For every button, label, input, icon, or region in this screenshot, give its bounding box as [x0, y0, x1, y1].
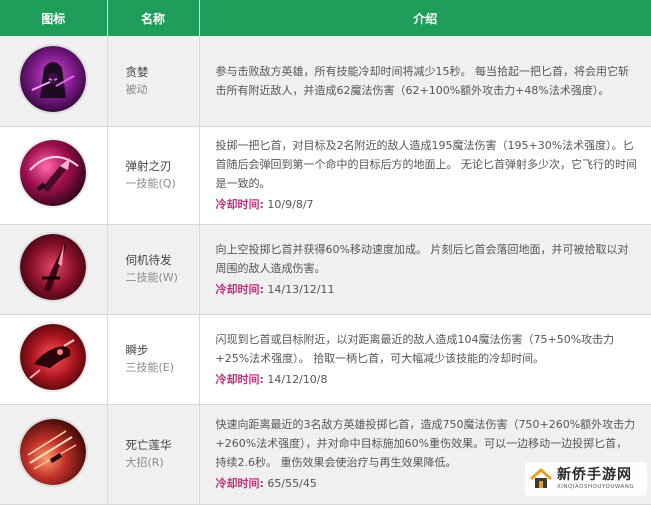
death-lotus-icon: [20, 419, 87, 485]
header-icon: 图标: [0, 0, 108, 36]
cooldown-line: 冷却时间: 14/13/12/11: [216, 280, 638, 299]
table-row: 弹射之刃 一技能(Q) 投掷一把匕首，对目标及2名附近的敌人造成195魔法伤害（…: [0, 126, 651, 225]
cooldown-value: 65/55/45: [267, 477, 317, 490]
skill-type: 一技能(Q): [125, 177, 176, 190]
skills-table: 图标 名称 介绍 贪婪 被动 参与击败敌方英雄，所有技能冷却时间将减少15秒。 …: [0, 0, 651, 505]
cooldown-label: 冷却时间:: [215, 477, 264, 490]
skill-name: 伺机待发: [125, 253, 172, 267]
skill-description: 闪现到匕首或目标附近，以对距离最近的敌人造成104魔法伤害（75+50%攻击力+…: [215, 332, 615, 365]
skill-name: 瞬步: [125, 343, 149, 357]
cooldown-value: 10/9/8/7: [267, 198, 314, 211]
site-watermark: 新侨手游网 XINQIAOSHOUYOUWANG: [525, 462, 647, 496]
skill-name: 死亡莲华: [125, 438, 172, 452]
dagger-throw-icon: [20, 234, 87, 300]
house-logo-icon: [529, 467, 553, 488]
cooldown-value: 14/12/10/8: [267, 372, 328, 386]
skill-description: 向上空投掷匕首并获得60%移动速度加成。 片刻后匕首会落回地面，并可被拾取以对周…: [215, 242, 629, 275]
header-name: 名称: [107, 0, 200, 36]
skill-type: 三技能(E): [125, 361, 175, 374]
skill-description: 参与击败敌方英雄，所有技能冷却时间将减少15秒。 每当拾起一把匕首，将会用它斩击…: [215, 64, 630, 97]
skill-name: 贪婪: [125, 64, 149, 79]
table-row: 瞬步 三技能(E) 闪现到匕首或目标附近，以对距离最近的敌人造成104魔法伤害（…: [0, 314, 651, 405]
cooldown-line: 冷却时间: 10/9/8/7: [216, 195, 638, 214]
cooldown-value: 14/13/12/11: [267, 282, 335, 296]
cooldown-label: 冷却时间:: [215, 372, 264, 386]
skill-type: 被动: [125, 82, 148, 96]
skill-name: 弹射之刃: [125, 159, 172, 173]
hooded-assassin-icon: [20, 45, 87, 112]
table-header-row: 图标 名称 介绍: [0, 0, 651, 36]
cooldown-label: 冷却时间:: [215, 198, 264, 211]
watermark-title: 新侨手游网: [557, 467, 632, 483]
skill-type: 二技能(W): [125, 271, 178, 284]
watermark-subtitle: XINQIAOSHOUYOUWANG: [557, 484, 635, 490]
shunpo-icon: [20, 324, 87, 390]
table-row: 伺机待发 二技能(W) 向上空投掷匕首并获得60%移动速度加成。 片刻后匕首会落…: [0, 224, 651, 315]
header-desc: 介绍: [199, 0, 651, 36]
cooldown-line: 冷却时间: 14/12/10/8: [216, 370, 638, 389]
skill-type: 大招(R): [125, 456, 164, 469]
skill-description: 投掷一把匕首，对目标及2名附近的敌人造成195魔法伤害（195+30%法术强度）…: [215, 139, 638, 190]
table-row: 贪婪 被动 参与击败敌方英雄，所有技能冷却时间将减少15秒。 每当拾起一把匕首，…: [0, 36, 651, 127]
bouncing-blade-icon: [20, 140, 87, 206]
cooldown-label: 冷却时间:: [215, 282, 264, 296]
